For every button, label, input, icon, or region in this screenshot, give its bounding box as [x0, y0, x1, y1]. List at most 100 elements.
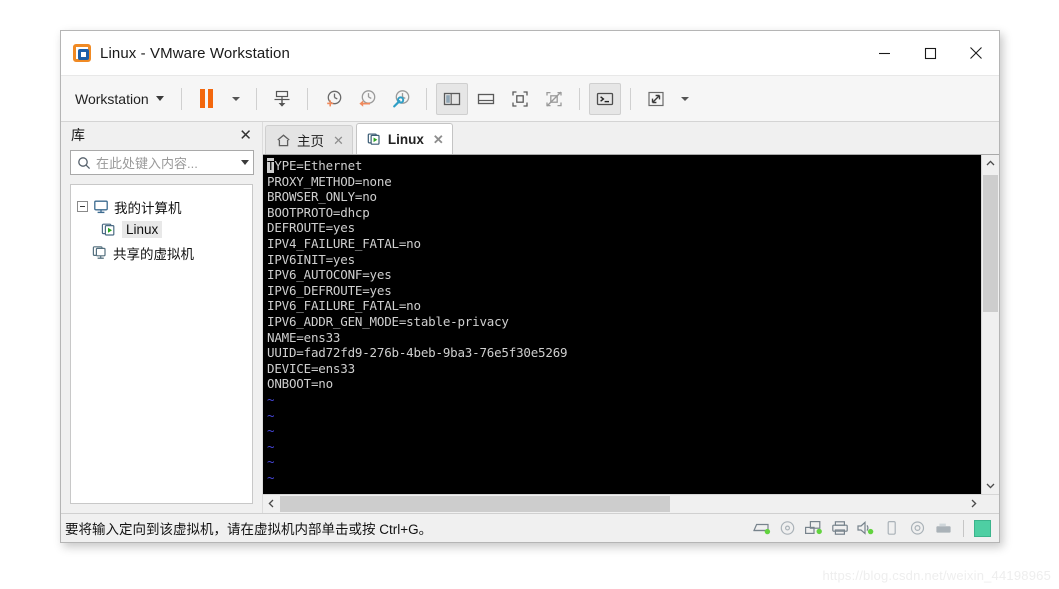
vm-message-indicator[interactable] [974, 519, 991, 537]
library-sidebar: 库 ✕ 在此处键入内容... 我的计算机 Linux 共享的虚拟机 [61, 122, 263, 513]
suspend-vm-button[interactable] [191, 83, 223, 115]
virtual-machine-running-icon [367, 132, 380, 145]
terminal-empty-line: ~ [267, 392, 981, 408]
toolbar-divider [578, 87, 580, 110]
tab-home[interactable]: 主页 ✕ [265, 125, 353, 154]
snapshot-add-icon [326, 90, 342, 106]
vim-tilde-marker: ~ [267, 423, 275, 439]
terminal-line: ONBOOT=no [267, 376, 333, 392]
horizontal-scroll-track[interactable] [280, 495, 965, 513]
collapse-icon[interactable] [77, 201, 88, 212]
close-button[interactable] [953, 31, 999, 75]
terminal-line: IPV4_FAILURE_FATAL=no [267, 235, 421, 251]
scroll-down-button[interactable] [982, 477, 999, 494]
terminal-line: IPV6_AUTOCONF=yes [267, 267, 392, 283]
main-toolbar: Workstation [61, 76, 999, 122]
terminal-line: IPV6_FAILURE_FATAL=no [267, 298, 421, 314]
tree-item-label: 共享的虚拟机 [113, 246, 194, 262]
thumbnail-bar-icon [477, 93, 494, 104]
revert-snapshot-button[interactable] [351, 83, 383, 115]
tree-item-label: 我的计算机 [114, 200, 182, 216]
tab-linux[interactable]: Linux ✕ [355, 123, 453, 154]
chevron-down-icon [986, 483, 995, 489]
tree-item-shared-vms[interactable]: 共享的虚拟机 [71, 241, 252, 264]
floppy-icon[interactable] [908, 520, 927, 537]
computer-icon [94, 200, 108, 213]
show-thumbnail-bar-button[interactable] [470, 83, 502, 115]
vim-tilde-marker: ~ [267, 391, 275, 407]
scroll-up-button[interactable] [982, 155, 999, 172]
workstation-menu-button[interactable]: Workstation [69, 86, 172, 112]
pause-icon [200, 89, 214, 108]
home-icon [277, 133, 290, 146]
minimize-button[interactable] [861, 31, 907, 75]
library-header: 库 ✕ [61, 122, 262, 148]
close-icon[interactable]: ✕ [237, 128, 254, 143]
close-icon[interactable]: ✕ [433, 133, 444, 146]
guest-screen[interactable]: TYPE=Ethernet PROXY_METHOD=none BROWSER_ON… [263, 155, 981, 494]
hard-disk-icon[interactable] [752, 520, 771, 537]
show-library-button[interactable] [435, 82, 468, 115]
scrollbar-corner [982, 495, 999, 513]
console-view-button[interactable] [588, 82, 621, 115]
toolbar-divider [180, 87, 182, 110]
network-adapter-icon[interactable] [804, 520, 823, 537]
manage-snapshots-button[interactable] [385, 83, 417, 115]
toolbar-divider [425, 87, 427, 110]
terminal-line: IPV6_DEFROUTE=yes [267, 282, 392, 298]
horizontal-scrollbar[interactable] [263, 494, 999, 513]
tab-label: 主页 [297, 134, 324, 149]
terminal-line: DEFROUTE=yes [267, 220, 355, 236]
search-input[interactable]: 在此处键入内容... [96, 153, 236, 172]
tab-label: Linux [387, 131, 424, 147]
title-bar: Linux - VMware Workstation [61, 31, 999, 76]
window-body: 库 ✕ 在此处键入内容... 我的计算机 Linux 共享的虚拟机 主页 ✕ L… [61, 122, 999, 513]
status-divider [963, 519, 964, 537]
terminal-line: TYPE=Ethernet [267, 158, 363, 173]
chevron-down-icon [231, 96, 240, 101]
snapshot-revert-icon [359, 89, 376, 107]
terminal-line: NAME=ens33 [267, 329, 341, 345]
terminal-line: BOOTPROTO=dhcp [267, 204, 370, 220]
usb-device-icon[interactable] [882, 520, 901, 537]
usb-drive-icon[interactable] [934, 520, 953, 537]
terminal-line: UUID=fad72fd9-276b-4beb-9ba3-76e5f30e526… [267, 345, 568, 361]
cd-dvd-icon[interactable] [778, 520, 797, 537]
search-box[interactable]: 在此处键入内容... [70, 150, 254, 175]
scroll-right-button[interactable] [965, 495, 982, 512]
maximize-button[interactable] [907, 31, 953, 75]
scroll-left-button[interactable] [263, 495, 280, 512]
take-snapshot-button[interactable] [317, 83, 349, 115]
send-ctrl-alt-del-button[interactable] [266, 83, 298, 115]
power-dropdown-button[interactable] [225, 83, 247, 115]
chevron-down-icon [155, 96, 164, 101]
stretch-dropdown-button[interactable] [674, 83, 696, 115]
sound-card-icon[interactable] [856, 520, 875, 537]
library-panel-icon [443, 92, 460, 105]
console-icon [596, 92, 613, 105]
vmware-workstation-window: Linux - VMware Workstation Workstation 库… [60, 30, 1000, 543]
vim-tilde-marker: ~ [267, 407, 275, 423]
chevron-down-icon[interactable] [241, 160, 249, 165]
toolbar-divider [306, 87, 308, 110]
unity-mode-button[interactable] [538, 83, 570, 115]
vim-tilde-marker: ~ [267, 438, 275, 454]
watermark: https://blog.csdn.net/weixin_44198965 [822, 568, 1051, 583]
vertical-scrollbar[interactable] [981, 155, 999, 494]
snapshot-manage-icon [392, 89, 410, 107]
close-icon[interactable]: ✕ [333, 134, 344, 147]
printer-icon[interactable] [830, 520, 849, 537]
tree-item-my-computer[interactable]: 我的计算机 [71, 195, 252, 218]
stretch-guest-button[interactable] [640, 83, 672, 115]
horizontal-scroll-thumb[interactable] [280, 496, 671, 512]
toolbar-divider [255, 87, 257, 110]
tree-item-label: Linux [122, 221, 163, 238]
vertical-scroll-track[interactable] [982, 172, 999, 477]
vertical-scroll-thumb[interactable] [983, 175, 998, 313]
tree-item-linux[interactable]: Linux [71, 218, 252, 241]
chevron-right-icon [971, 499, 977, 508]
terminal-empty-line: ~ [267, 439, 981, 455]
library-tree: 我的计算机 Linux 共享的虚拟机 [70, 184, 253, 504]
chevron-down-icon [680, 96, 689, 101]
fullscreen-button[interactable] [504, 83, 536, 115]
